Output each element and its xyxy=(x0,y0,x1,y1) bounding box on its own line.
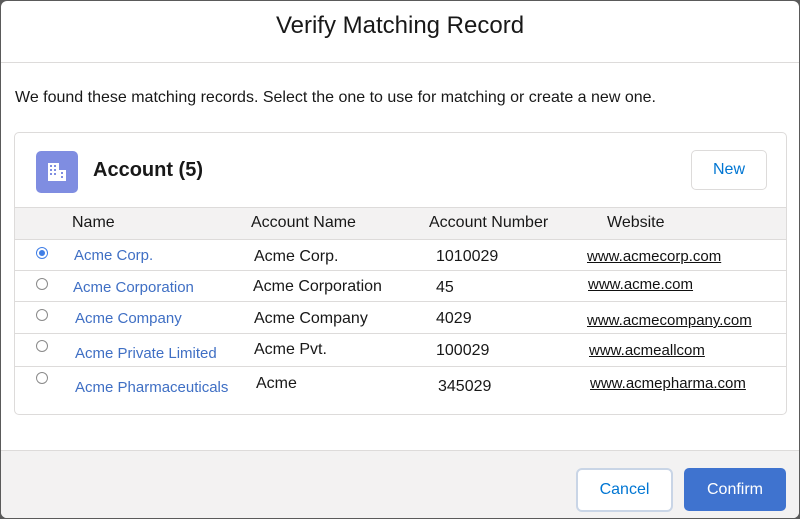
website-link[interactable]: www.acmepharma.com xyxy=(590,375,746,392)
record-name-link[interactable]: Acme Corp. xyxy=(74,247,153,264)
account-name-cell: Acme Company xyxy=(254,310,368,327)
row-radio[interactable] xyxy=(36,372,48,384)
table-row[interactable]: Acme Corporation Acme Corporation 45 www… xyxy=(15,271,786,302)
table-row[interactable]: Acme Pharmaceuticals Acme 345029 www.acm… xyxy=(15,367,786,407)
account-name-cell: Acme Pvt. xyxy=(254,341,327,358)
table-row[interactable]: Acme Private Limited Acme Pvt. 100029 ww… xyxy=(15,334,786,367)
account-name-cell: Acme Corp. xyxy=(254,248,339,265)
account-name-cell: Acme Corporation xyxy=(253,278,382,295)
record-name-link[interactable]: Acme Corporation xyxy=(73,279,194,296)
row-radio[interactable] xyxy=(36,278,48,290)
record-name-link[interactable]: Acme Pharmaceuticals xyxy=(75,379,228,396)
row-radio[interactable] xyxy=(36,309,48,321)
account-number-cell: 45 xyxy=(436,279,454,296)
column-header-name: Name xyxy=(72,214,115,231)
account-number-cell: 4029 xyxy=(436,310,472,327)
table-row[interactable]: Acme Company Acme Company 4029 www.acmec… xyxy=(15,302,786,334)
table-header: Name Account Name Account Number Website xyxy=(15,207,786,240)
card-title: Account (5) xyxy=(93,159,203,181)
cancel-button[interactable]: Cancel xyxy=(576,468,673,512)
account-name-cell: Acme xyxy=(256,375,297,392)
modal-header: Verify Matching Record xyxy=(1,1,799,63)
website-link[interactable]: www.acmecorp.com xyxy=(587,248,721,265)
confirm-button[interactable]: Confirm xyxy=(684,468,786,511)
account-building-icon xyxy=(36,151,78,193)
account-number-cell: 1010029 xyxy=(436,248,499,265)
account-number-cell: 345029 xyxy=(438,378,492,395)
verify-matching-record-modal: Verify Matching Record We found these ma… xyxy=(1,1,799,518)
matching-records-table: Name Account Name Account Number Website… xyxy=(15,207,786,407)
account-card: Account (5) New Name Account Name Accoun… xyxy=(14,132,787,415)
new-button[interactable]: New xyxy=(691,150,767,190)
modal-title: Verify Matching Record xyxy=(275,11,525,39)
modal-footer: Cancel Confirm xyxy=(1,450,799,518)
column-header-website: Website xyxy=(607,214,665,231)
column-header-account-number: Account Number xyxy=(429,214,549,231)
record-name-link[interactable]: Acme Private Limited xyxy=(75,345,217,362)
record-name-link[interactable]: Acme Company xyxy=(75,310,182,327)
row-radio-selected[interactable] xyxy=(36,247,48,259)
row-radio[interactable] xyxy=(36,340,48,352)
account-number-cell: 100029 xyxy=(436,342,490,359)
column-header-account-name: Account Name xyxy=(251,214,356,231)
intro-text: We found these matching records. Select … xyxy=(15,89,656,106)
website-link[interactable]: www.acmecompany.com xyxy=(587,312,752,329)
website-link[interactable]: www.acmeallcom xyxy=(589,342,705,359)
website-link[interactable]: www.acme.com xyxy=(588,276,693,293)
table-row[interactable]: Acme Corp. Acme Corp. 1010029 www.acmeco… xyxy=(15,240,786,271)
